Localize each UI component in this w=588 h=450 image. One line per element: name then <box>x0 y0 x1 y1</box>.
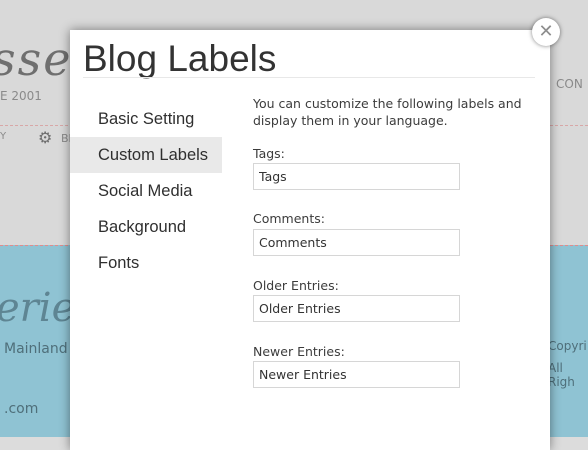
nav-item-social-media[interactable]: Social Media <box>70 173 222 209</box>
comments-input[interactable] <box>253 229 460 256</box>
background-year-text: E 2001 <box>0 89 42 103</box>
blog-labels-dialog: Blog Labels Basic Setting Custom Labels … <box>70 30 550 450</box>
custom-labels-panel: You can customize the following labels a… <box>253 95 533 388</box>
older-entries-label: Older Entries: <box>253 278 339 293</box>
intro-text: You can customize the following labels a… <box>253 96 522 128</box>
settings-nav: Basic Setting Custom Labels Social Media… <box>70 101 222 281</box>
close-button[interactable]: ✕ <box>532 18 560 46</box>
nav-item-custom-labels[interactable]: Custom Labels <box>70 137 222 173</box>
background-mainland-text: Mainland <box>4 341 68 357</box>
tags-input[interactable] <box>253 163 460 190</box>
older-entries-input[interactable] <box>253 295 460 322</box>
newer-entries-label: Newer Entries: <box>253 344 345 359</box>
tags-label: Tags: <box>253 146 285 161</box>
nav-item-fonts[interactable]: Fonts <box>70 245 222 281</box>
newer-entries-input[interactable] <box>253 361 460 388</box>
dialog-title: Blog Labels <box>83 38 277 79</box>
background-logo-text: sse <box>0 32 73 86</box>
background-com-text: .com <box>4 401 39 417</box>
background-copyright-text: Copyri <box>548 339 587 353</box>
background-script-text: erie <box>0 285 76 331</box>
nav-item-background[interactable]: Background <box>70 209 222 245</box>
background-menu-fragment: Y <box>0 131 7 142</box>
background-con-text: CON <box>556 77 583 91</box>
gear-icon: ⚙ <box>38 128 53 147</box>
background-rights-text: All Righ <box>548 361 575 389</box>
nav-item-basic-setting[interactable]: Basic Setting <box>70 101 222 137</box>
title-divider <box>83 77 535 78</box>
comments-label: Comments: <box>253 211 325 226</box>
close-icon: ✕ <box>538 21 554 42</box>
